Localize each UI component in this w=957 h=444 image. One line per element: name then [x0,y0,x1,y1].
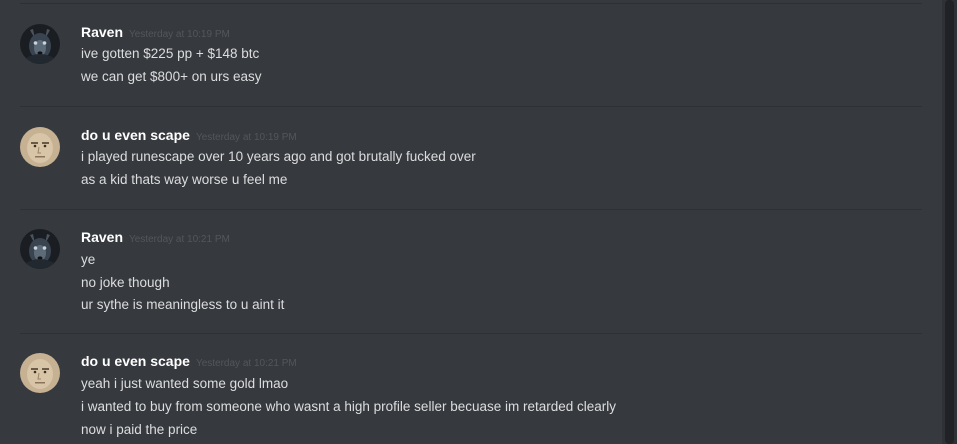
user-avatar[interactable] [20,127,60,167]
message-group: Raven Yesterday at 10:19 PM ive gotten $2… [0,24,942,96]
message-line: as a kid thats way worse u feel me [81,172,288,187]
message-line: i wanted to buy from someone who wasnt a… [81,399,617,414]
message-line: ur sythe is meaningless to u aint it [81,297,285,312]
message-line: we can get $800+ on urs easy [81,69,262,84]
message-line: i played runescape over 10 years ago and… [81,149,476,164]
user-avatar[interactable] [20,353,60,393]
message-timestamp: Yesterday at 10:21 PM [129,234,230,245]
message-timestamp: Yesterday at 10:19 PM [129,29,230,40]
message-group: do u even scape Yesterday at 10:19 PM i p… [0,127,942,199]
chat-messages-area: Raven Yesterday at 10:19 PM ive gotten $2… [0,0,942,444]
message-line: ye [81,252,96,267]
message-line: now i paid the price [81,422,198,437]
beige-face-avatar-icon [20,353,60,393]
message-group: do u even scape Yesterday at 10:21 PM yea… [0,353,942,444]
username[interactable]: Raven [81,24,123,40]
message-divider [20,106,922,107]
dark-wolf-avatar-icon [20,24,60,64]
scrollbar-thumb[interactable] [945,0,954,444]
message-timestamp: Yesterday at 10:21 PM [195,358,297,369]
message-divider [20,3,922,4]
message-line: no joke though [81,275,170,290]
beige-face-avatar-icon [20,127,60,167]
user-avatar[interactable] [20,24,60,64]
message-divider [20,333,922,334]
message-line: ive gotten $225 pp + $148 btc [81,46,260,61]
username[interactable]: do u even scape [81,353,190,369]
message-timestamp: Yesterday at 10:19 PM [195,132,297,143]
username[interactable]: Raven [81,229,123,245]
message-line: yeah i just wanted some gold lmao [81,376,289,391]
username[interactable]: do u even scape [81,127,190,143]
user-avatar[interactable] [20,229,60,269]
dark-wolf-avatar-icon [20,229,60,269]
message-group: Raven Yesterday at 10:21 PM ye no joke th… [0,229,942,324]
message-divider [20,209,922,210]
